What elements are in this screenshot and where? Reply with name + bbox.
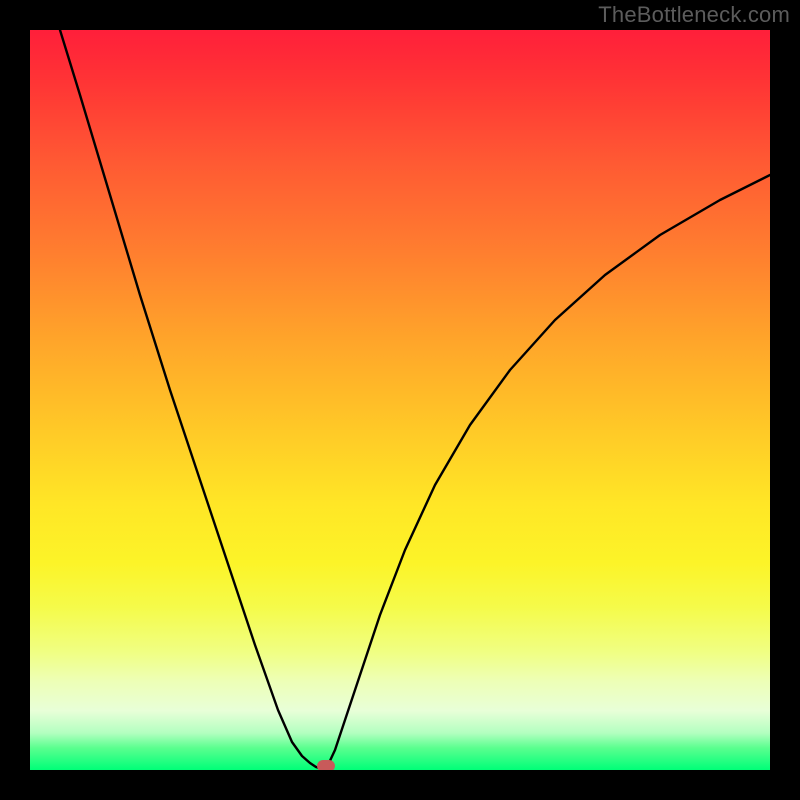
plot-area: [30, 30, 770, 770]
curve-path: [60, 30, 770, 769]
watermark-text: TheBottleneck.com: [598, 2, 790, 28]
bottleneck-curve: [30, 30, 770, 770]
optimal-point-marker: [317, 760, 335, 770]
chart-frame: TheBottleneck.com: [0, 0, 800, 800]
